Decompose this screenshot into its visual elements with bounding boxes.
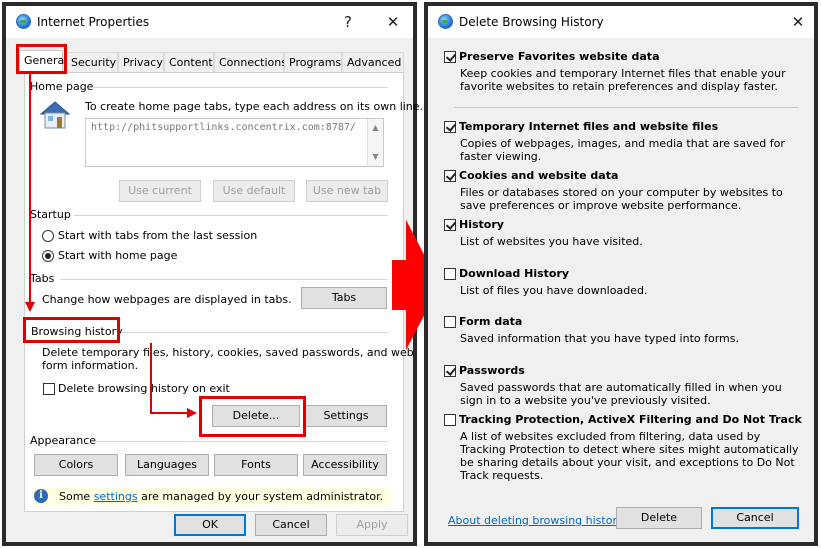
history-title[interactable]: History bbox=[459, 218, 504, 231]
browsing-history-description-line2: form information. bbox=[42, 359, 139, 372]
browsing-history-description-line1: Delete temporary files, history, cookies… bbox=[42, 346, 414, 359]
delete-button-highlight bbox=[199, 396, 306, 437]
admin-info-suffix: are managed by your system administrator… bbox=[137, 490, 384, 503]
close-button[interactable]: ✕ bbox=[383, 12, 403, 32]
window-title: Delete Browsing History bbox=[459, 15, 604, 29]
form-data-desc: Saved information that you have typed in… bbox=[460, 332, 739, 345]
ok-button[interactable]: OK bbox=[174, 514, 246, 536]
tabs-description: Change how webpages are displayed in tab… bbox=[42, 293, 292, 306]
tab-advanced[interactable]: Advanced bbox=[342, 52, 404, 73]
startup-last-session-radio[interactable] bbox=[42, 230, 54, 242]
accessibility-button[interactable]: Accessibility bbox=[303, 454, 387, 476]
window-title: Internet Properties bbox=[37, 15, 150, 29]
home-page-instruction: To create home page tabs, type each addr… bbox=[85, 100, 424, 113]
startup-home-page-radio[interactable] bbox=[42, 250, 54, 262]
delete-confirm-button[interactable]: Delete bbox=[616, 507, 702, 529]
settings-button[interactable]: Settings bbox=[305, 405, 387, 427]
download-history-title[interactable]: Download History bbox=[459, 267, 569, 280]
annotation-line-browsing bbox=[150, 343, 152, 413]
temp-files-title[interactable]: Temporary Internet files and website fil… bbox=[459, 120, 718, 133]
house-icon bbox=[38, 100, 72, 130]
delete-browsing-history-window: Delete Browsing History ✕ Preserve Favor… bbox=[424, 2, 818, 546]
tab-content[interactable]: Content bbox=[164, 52, 214, 73]
tab-security[interactable]: Security bbox=[66, 52, 118, 73]
info-icon: i bbox=[34, 489, 48, 503]
internet-globe-icon bbox=[438, 14, 453, 29]
tabs-divider bbox=[60, 279, 388, 280]
temp-files-checkbox[interactable] bbox=[444, 121, 456, 133]
options-separator bbox=[454, 107, 798, 108]
admin-info-bar: i Some settings are managed by your syst… bbox=[33, 487, 391, 506]
close-button[interactable]: ✕ bbox=[788, 12, 808, 32]
download-history-checkbox[interactable] bbox=[444, 268, 456, 280]
colors-button[interactable]: Colors bbox=[34, 454, 118, 476]
preserve-favorites-title[interactable]: Preserve Favorites website data bbox=[459, 50, 660, 63]
use-default-button[interactable]: Use default bbox=[213, 180, 295, 202]
cookies-checkbox[interactable] bbox=[444, 170, 456, 182]
cookies-desc: Files or databases stored on your comput… bbox=[460, 186, 783, 212]
preserve-favorites-desc: Keep cookies and temporary Internet file… bbox=[460, 67, 786, 93]
about-deleting-link[interactable]: About deleting browsing history bbox=[448, 514, 623, 527]
history-checkbox[interactable] bbox=[444, 219, 456, 231]
startup-last-session-label[interactable]: Start with tabs from the last session bbox=[58, 229, 257, 242]
scroll-down-icon[interactable]: ▼ bbox=[368, 152, 383, 161]
appearance-group-label: Appearance bbox=[30, 434, 97, 447]
tab-connections[interactable]: Connections bbox=[214, 52, 287, 73]
cancel-button[interactable]: Cancel bbox=[255, 514, 327, 536]
passwords-desc: Saved passwords that are automatically f… bbox=[460, 381, 782, 407]
tracking-protection-desc: A list of websites excluded from filteri… bbox=[460, 430, 799, 482]
form-data-title[interactable]: Form data bbox=[459, 315, 522, 328]
tab-privacy[interactable]: Privacy bbox=[118, 52, 164, 73]
apply-button[interactable]: Apply bbox=[336, 514, 408, 536]
home-page-divider bbox=[92, 87, 388, 88]
settings-link[interactable]: settings bbox=[94, 490, 138, 503]
preserve-favorites-checkbox[interactable] bbox=[444, 51, 456, 63]
delete-on-exit-label[interactable]: Delete browsing history on exit bbox=[58, 382, 230, 395]
download-history-desc: List of files you have downloaded. bbox=[460, 284, 648, 297]
home-page-url-input[interactable] bbox=[85, 118, 384, 167]
annotation-line-horizontal bbox=[150, 412, 188, 414]
internet-globe-icon bbox=[16, 14, 31, 29]
annotation-line-vertical bbox=[29, 73, 31, 305]
temp-files-desc: Copies of webpages, images, and media th… bbox=[460, 137, 785, 163]
browsing-history-divider bbox=[121, 332, 388, 333]
startup-home-page-label[interactable]: Start with home page bbox=[58, 249, 177, 262]
home-page-scrollbar[interactable]: ▲ ▼ bbox=[367, 119, 383, 166]
title-bar: Internet Properties ? ✕ bbox=[6, 6, 413, 38]
browsing-history-highlight bbox=[23, 317, 120, 343]
tracking-protection-title[interactable]: Tracking Protection, ActiveX Filtering a… bbox=[459, 413, 802, 426]
tab-programs[interactable]: Programs bbox=[284, 52, 342, 73]
general-tab-highlight bbox=[16, 44, 67, 74]
annotation-arrow-down-icon bbox=[25, 302, 35, 312]
annotation-arrow-right-icon bbox=[187, 408, 197, 418]
use-new-tab-button[interactable]: Use new tab bbox=[306, 180, 388, 202]
languages-button[interactable]: Languages bbox=[125, 454, 209, 476]
tabs-group-label: Tabs bbox=[30, 272, 55, 285]
scroll-up-icon[interactable]: ▲ bbox=[368, 123, 383, 132]
cancel-button[interactable]: Cancel bbox=[711, 507, 799, 529]
cookies-title[interactable]: Cookies and website data bbox=[459, 169, 618, 182]
home-page-group-label: Home page bbox=[30, 80, 94, 93]
help-button[interactable]: ? bbox=[338, 12, 358, 32]
title-bar: Delete Browsing History ✕ bbox=[428, 6, 814, 38]
startup-group-label: Startup bbox=[30, 208, 71, 221]
use-current-button[interactable]: Use current bbox=[119, 180, 201, 202]
form-data-checkbox[interactable] bbox=[444, 316, 456, 328]
internet-properties-window: Internet Properties ? ✕ General Security… bbox=[2, 2, 423, 546]
passwords-checkbox[interactable] bbox=[444, 365, 456, 377]
history-desc: List of websites you have visited. bbox=[460, 235, 643, 248]
fonts-button[interactable]: Fonts bbox=[214, 454, 298, 476]
startup-divider bbox=[74, 215, 388, 216]
admin-info-text: Some settings are managed by your system… bbox=[59, 490, 383, 503]
appearance-divider bbox=[96, 441, 388, 442]
admin-info-prefix: Some bbox=[59, 490, 94, 503]
tracking-protection-checkbox[interactable] bbox=[444, 414, 456, 426]
tabs-button[interactable]: Tabs bbox=[301, 287, 387, 309]
passwords-title[interactable]: Passwords bbox=[459, 364, 525, 377]
delete-on-exit-checkbox[interactable] bbox=[43, 383, 55, 395]
